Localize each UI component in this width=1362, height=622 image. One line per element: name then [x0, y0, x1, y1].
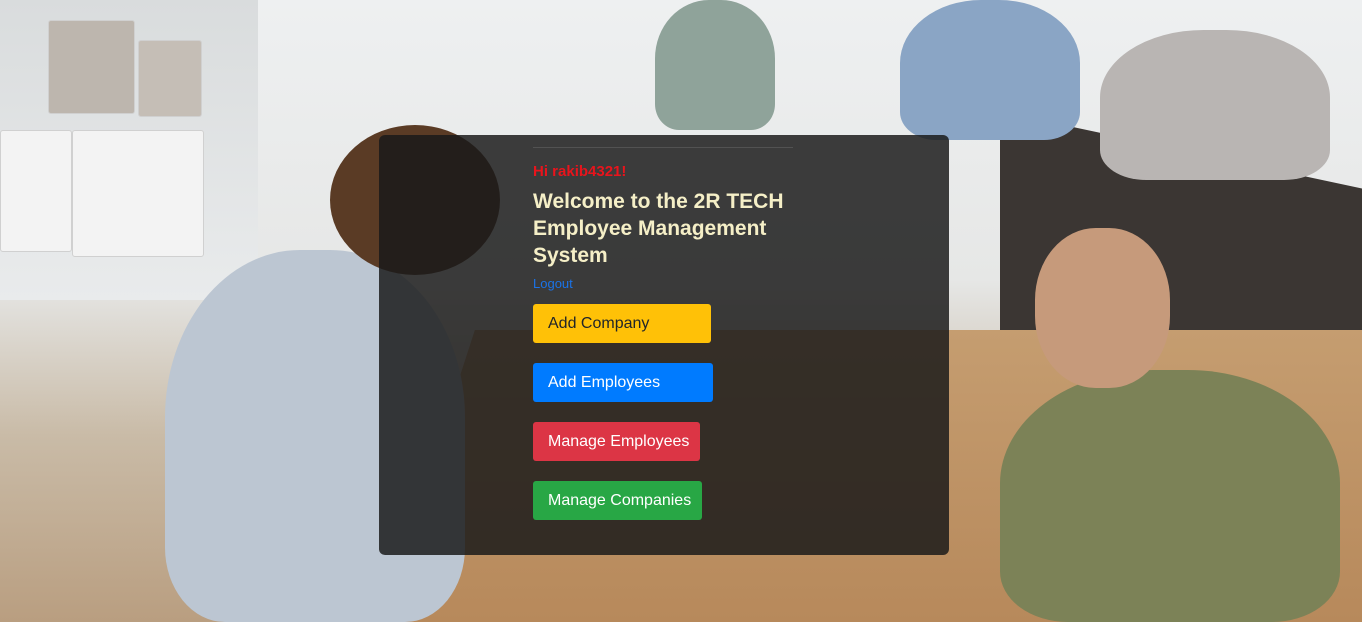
background-person-head [1035, 228, 1170, 388]
user-greeting: Hi rakib4321! [533, 163, 627, 180]
manage-employees-button[interactable]: Manage Employees [533, 422, 700, 461]
welcome-panel: Hi rakib4321! Welcome to the 2R TECH Emp… [379, 135, 949, 555]
shelf-box [72, 130, 204, 257]
background-person [655, 0, 775, 130]
shelf-box [138, 40, 202, 117]
background-person [1100, 30, 1330, 180]
manage-companies-button[interactable]: Manage Companies [533, 481, 702, 520]
panel-content: Hi rakib4321! Welcome to the 2R TECH Emp… [533, 162, 833, 540]
logout-link[interactable]: Logout [533, 276, 573, 291]
background-person [1000, 370, 1340, 622]
page-title: Welcome to the 2R TECH Employee Manageme… [533, 190, 784, 267]
background-person [900, 0, 1080, 140]
shelf-box [0, 130, 72, 252]
panel-divider [533, 147, 793, 148]
shelf-box [48, 20, 135, 114]
background-shelf [0, 0, 258, 300]
add-company-button[interactable]: Add Company [533, 304, 711, 343]
add-employees-button[interactable]: Add Employees [533, 363, 713, 402]
